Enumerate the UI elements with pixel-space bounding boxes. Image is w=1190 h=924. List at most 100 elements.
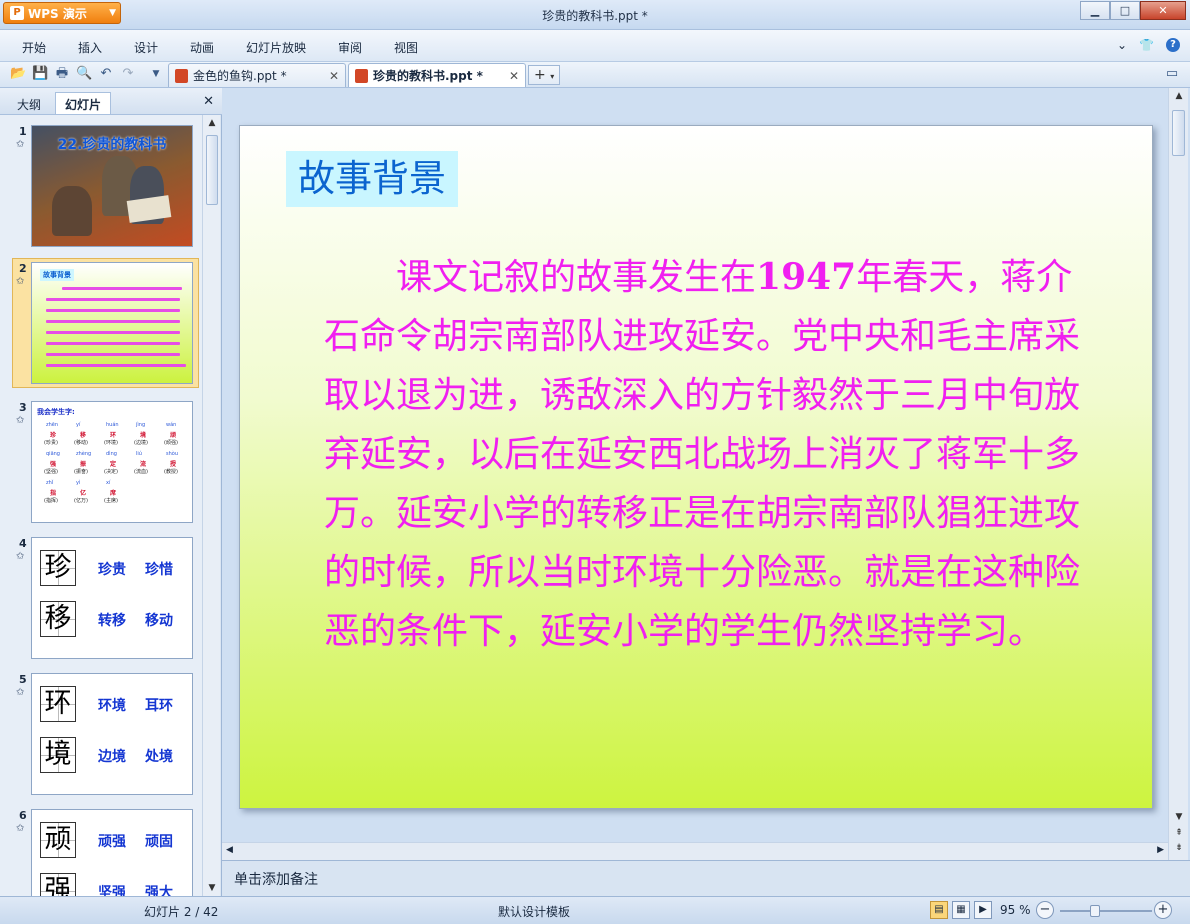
maximize-button[interactable]: □ bbox=[1110, 1, 1140, 20]
body-text-rest: 年春天，蒋介石命令胡宗南部队进攻延安。党中央和毛主席采取以退为进，诱敌深入的方针… bbox=[324, 257, 1081, 652]
scroll-up-icon[interactable]: ▲ bbox=[1169, 91, 1189, 101]
slide-thumb-1[interactable]: 22.珍贵的教科书 bbox=[31, 125, 193, 247]
menu-design[interactable]: 设计 bbox=[134, 39, 158, 56]
word: 转移 bbox=[98, 613, 126, 629]
menu-home[interactable]: 开始 bbox=[22, 39, 46, 56]
tab-slides[interactable]: 幻灯片 bbox=[55, 92, 112, 114]
undo-icon[interactable]: ↶ bbox=[98, 66, 114, 82]
text-line bbox=[46, 364, 186, 367]
close-tab-icon[interactable]: ✕ bbox=[329, 69, 339, 83]
slide-position: 幻灯片 2 / 42 bbox=[144, 905, 219, 919]
word: (指挥) bbox=[44, 498, 58, 504]
menu-view[interactable]: 视图 bbox=[394, 39, 418, 56]
slide-thumb-5[interactable]: 环 环境 耳环 境 边境 处境 bbox=[31, 673, 193, 795]
redo-icon[interactable]: ↷ bbox=[120, 66, 136, 82]
slide-body-text[interactable]: 课文记叙的故事发生在1947年春天，蒋介石命令胡宗南部队进攻延安。党中央和毛主席… bbox=[324, 248, 1104, 661]
word: 顽固 bbox=[145, 834, 173, 850]
word: 边境 bbox=[98, 749, 126, 765]
print-icon[interactable]: 🖶 bbox=[54, 66, 70, 82]
text-line bbox=[62, 287, 182, 290]
next-slide-icon[interactable]: ⇟ bbox=[1169, 843, 1189, 853]
pinyin: dìng bbox=[106, 451, 117, 457]
doc-tab-golden-hook[interactable]: 金色的鱼钩.ppt * ✕ bbox=[168, 63, 346, 87]
zoom-slider-knob[interactable] bbox=[1089, 905, 1100, 917]
pinyin: huán bbox=[106, 422, 119, 428]
skin-icon[interactable]: 👕 bbox=[1139, 38, 1154, 52]
menu-review[interactable]: 审阅 bbox=[338, 39, 362, 56]
notes-pane[interactable]: 单击添加备注 bbox=[222, 860, 1190, 896]
pinyin: zhēn bbox=[46, 422, 59, 428]
caret-down-icon: ▾ bbox=[550, 72, 555, 81]
doc-tab-precious-textbook[interactable]: 珍贵的教科书.ppt * ✕ bbox=[348, 63, 526, 87]
close-button[interactable]: ✕ bbox=[1140, 1, 1186, 20]
text-line bbox=[46, 331, 180, 334]
help-icon[interactable]: ? bbox=[1166, 38, 1180, 52]
thumb-number: 6 bbox=[19, 809, 27, 822]
thumbs-scrollbar[interactable]: ▲ ▼ bbox=[202, 115, 220, 896]
slide-thumb-6[interactable]: 顽 顽强 顽固 强 坚强 强大 bbox=[31, 809, 193, 896]
open-folder-icon[interactable]: 📂 bbox=[10, 66, 26, 82]
char-box: 移 bbox=[40, 601, 76, 637]
new-tab-button[interactable]: + ▾ bbox=[528, 65, 560, 85]
character: 定 bbox=[110, 461, 117, 468]
save-icon[interactable]: 💾 bbox=[32, 66, 48, 82]
scroll-left-icon[interactable]: ◀ bbox=[226, 845, 233, 855]
word: (亿万) bbox=[74, 498, 88, 504]
character: 强 bbox=[50, 461, 57, 468]
word: 顽强 bbox=[98, 834, 126, 850]
pinyin: yí bbox=[76, 422, 81, 428]
transition-star-icon: ✩ bbox=[16, 415, 25, 426]
character: 珍 bbox=[50, 432, 57, 439]
doc-tab-label: 金色的鱼钩.ppt * bbox=[193, 69, 287, 83]
ppt-file-icon bbox=[175, 68, 188, 83]
body-text-start: 课文记叙的故事发生在 bbox=[324, 257, 757, 298]
slide-thumb-3[interactable]: 我会学生字: zhēn 珍 (珍贵) yí 移 (移动) huán 环 (环境) jìng 境 (边境… bbox=[31, 401, 193, 523]
slide-heading[interactable]: 故事背景 bbox=[286, 151, 458, 207]
character: 亿 bbox=[80, 490, 87, 497]
char-box: 境 bbox=[40, 737, 76, 773]
character: 振 bbox=[80, 461, 87, 468]
zoom-in-button[interactable]: + bbox=[1154, 901, 1172, 919]
minimize-button[interactable]: ▁ bbox=[1080, 1, 1110, 20]
scroll-up-icon[interactable]: ▲ bbox=[203, 118, 221, 128]
current-slide[interactable]: 故事背景 课文记叙的故事发生在1947年春天，蒋介石命令胡宗南部队进攻延安。党中… bbox=[239, 125, 1153, 809]
slide-vscrollbar[interactable]: ▲ ▼ ⇞ ⇟ bbox=[1168, 88, 1188, 860]
character: 授 bbox=[170, 461, 177, 468]
slide-hscrollbar[interactable]: ◀ ▶ bbox=[222, 842, 1168, 860]
zoom-out-button[interactable]: − bbox=[1036, 901, 1054, 919]
menu-insert[interactable]: 插入 bbox=[78, 39, 102, 56]
menu-slideshow[interactable]: 幻灯片放映 bbox=[246, 39, 306, 56]
slideshow-icon[interactable]: ▶ bbox=[974, 901, 992, 919]
pinyin: qiāng bbox=[46, 451, 60, 457]
normal-view-icon[interactable]: ▤ bbox=[930, 901, 948, 919]
transition-star-icon: ✩ bbox=[16, 823, 25, 834]
scroll-thumb[interactable] bbox=[1172, 110, 1185, 156]
slide-sorter-icon[interactable]: ▦ bbox=[952, 901, 970, 919]
slide-thumb-2[interactable]: 故事背景 bbox=[31, 262, 193, 384]
word: (移动) bbox=[74, 440, 88, 446]
scroll-thumb[interactable] bbox=[206, 135, 218, 205]
scroll-right-icon[interactable]: ▶ bbox=[1157, 845, 1164, 855]
panel-toggle-icon[interactable]: ▭ bbox=[1164, 66, 1180, 82]
scroll-down-icon[interactable]: ▼ bbox=[203, 883, 221, 893]
menu-animation[interactable]: 动画 bbox=[190, 39, 214, 56]
word: (边境) bbox=[134, 440, 148, 446]
ppt-file-icon bbox=[355, 68, 368, 83]
close-panel-icon[interactable]: ✕ bbox=[203, 94, 214, 109]
word: (坚强) bbox=[44, 469, 58, 475]
chevron-down-icon[interactable]: ⌄ bbox=[1117, 38, 1127, 52]
zoom-slider[interactable] bbox=[1060, 910, 1152, 912]
tab-outline[interactable]: 大纲 bbox=[8, 93, 50, 115]
slide-thumb-4[interactable]: 珍 珍贵 珍惜 移 转移 移动 bbox=[31, 537, 193, 659]
customize-dropdown-icon[interactable]: ▼ bbox=[148, 66, 164, 82]
close-tab-icon[interactable]: ✕ bbox=[509, 69, 519, 83]
pinyin: jìng bbox=[136, 422, 146, 428]
prev-slide-icon[interactable]: ⇞ bbox=[1169, 828, 1189, 838]
design-template[interactable]: 默认设计模板 bbox=[498, 903, 570, 920]
word: 移动 bbox=[145, 613, 173, 629]
scroll-down-icon[interactable]: ▼ bbox=[1169, 812, 1189, 822]
book-stack bbox=[126, 195, 172, 223]
word: (教授) bbox=[164, 469, 178, 475]
word: (环境) bbox=[104, 440, 118, 446]
print-preview-icon[interactable]: 🔍 bbox=[76, 66, 92, 82]
